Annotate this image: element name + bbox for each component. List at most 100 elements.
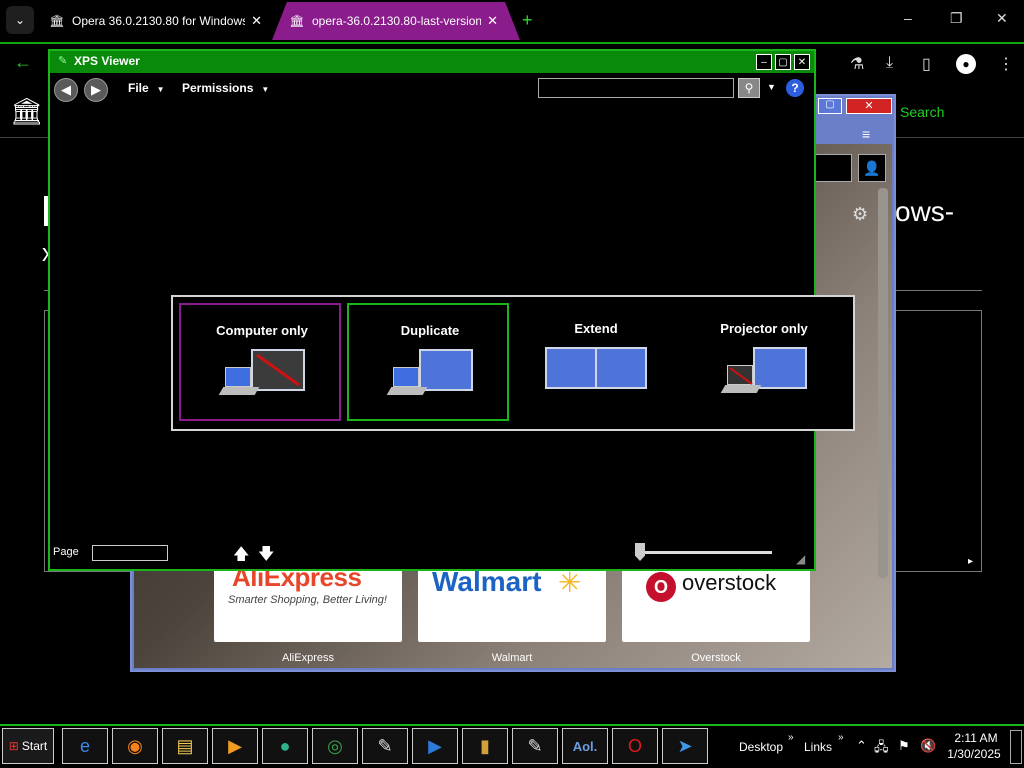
opera-icon[interactable]: O	[612, 728, 658, 764]
permissions-menu[interactable]: Permissions ▼	[182, 81, 269, 95]
chevron-right-icon[interactable]: »	[788, 732, 794, 743]
xps-back-button[interactable]: ◀	[54, 78, 78, 102]
option-label: Projector only	[720, 321, 808, 336]
xps-search-input[interactable]	[538, 78, 734, 98]
chevron-down-icon: ⌄	[14, 13, 26, 27]
volume-muted-icon[interactable]: 🔇	[920, 738, 936, 754]
opera-account-icon[interactable]: 👤	[858, 154, 886, 182]
site-favicon-icon: 🏛	[289, 14, 305, 28]
clock-date[interactable]: 1/30/2025	[944, 747, 1004, 761]
internet-explorer-icon[interactable]: e	[62, 728, 108, 764]
desktop-toolbar[interactable]: Desktop	[739, 740, 783, 754]
option-label: Extend	[574, 321, 618, 336]
site-favicon-icon: 🏛	[49, 14, 65, 28]
show-hidden-icons[interactable]: ⌃	[856, 738, 867, 754]
clock-time[interactable]: 2:11 AM	[951, 731, 1001, 745]
monitor-left-icon	[545, 347, 597, 389]
option-duplicate[interactable]: Duplicate	[347, 303, 509, 421]
search-options-dropdown-icon[interactable]: ▼	[767, 82, 776, 92]
tab-label: Opera 36.0.2130.80 for Windows	[72, 14, 246, 28]
next-page-icon[interactable]: 🡇	[258, 543, 274, 570]
chat-icon[interactable]: ●	[262, 728, 308, 764]
page-title-fragment: ows-	[895, 196, 955, 227]
jar-icon[interactable]: ▮	[462, 728, 508, 764]
speed-dial-label: Walmart	[491, 652, 533, 664]
option-label: Duplicate	[400, 323, 460, 338]
page-search-link[interactable]: Search	[900, 104, 944, 120]
scroll-right-icon[interactable]: ▸	[968, 556, 973, 567]
opera-search-field[interactable]	[812, 154, 852, 182]
close-window-button[interactable]: ✕	[996, 10, 1008, 27]
minimize-button[interactable]: –	[904, 10, 912, 26]
close-tab-icon[interactable]: ✕	[251, 13, 262, 29]
xps-close-button[interactable]: ✕	[794, 54, 810, 70]
flask-icon[interactable]: ⚗	[850, 54, 864, 74]
opera-close-button[interactable]: ✕	[846, 98, 892, 114]
chevron-right-icon[interactable]: »	[838, 732, 844, 743]
laptop-icon	[386, 367, 429, 397]
dropdown-arrow-icon: ▼	[156, 85, 165, 94]
monitor-right-icon	[595, 347, 647, 389]
media-player-icon[interactable]: ▶	[212, 728, 258, 764]
page-label: Page	[53, 546, 79, 558]
xps-minimize-button[interactable]: –	[756, 54, 772, 70]
xps-app-icon: ✎	[58, 55, 68, 67]
overstock-logo: overstock	[682, 570, 777, 595]
page-number-input[interactable]	[92, 545, 168, 561]
gear-icon[interactable]: ⚙	[852, 204, 868, 225]
overstock-o-icon: O	[646, 572, 676, 602]
realplayer-icon[interactable]: ▶	[412, 728, 458, 764]
network-icon[interactable]: 🖧	[874, 738, 889, 760]
aol-icon[interactable]: Aol.	[562, 728, 608, 764]
tab-label: opera-36.0.2130.80-last-version-f	[312, 14, 482, 28]
sidepanel-icon[interactable]: ▯	[922, 54, 931, 74]
resize-grip-icon[interactable]: ◢	[796, 552, 805, 566]
firefox-icon[interactable]: ◉	[112, 728, 158, 764]
speed-dial-label: AliExpress	[282, 652, 334, 664]
download-icon[interactable]: ⤓	[886, 54, 893, 72]
kebab-menu-icon[interactable]: ⋮	[998, 54, 1014, 74]
option-computer-only[interactable]: Computer only	[179, 303, 341, 421]
opera-restore-button[interactable]: ▢	[818, 98, 842, 114]
start-label: Start	[21, 739, 48, 753]
tab-search-button[interactable]: ⌄	[6, 6, 34, 34]
site-logo-icon[interactable]: 🏛	[10, 96, 43, 127]
opera-menu-icon[interactable]: ≡	[862, 126, 870, 142]
restore-button[interactable]: ❐	[950, 10, 963, 27]
speed-dial-label: Overstock	[691, 652, 741, 664]
mail-plane-icon[interactable]: ➤	[662, 728, 708, 764]
folder-icon[interactable]: ▤	[162, 728, 208, 764]
xps-forward-button[interactable]: ▶	[84, 78, 108, 102]
zoom-slider-track[interactable]	[640, 551, 772, 554]
help-icon[interactable]: ?	[786, 79, 804, 97]
permissions-menu-label: Permissions	[182, 81, 254, 95]
xps-maximize-button[interactable]: ▢	[775, 54, 791, 70]
close-tab-icon[interactable]: ✕	[487, 13, 498, 29]
back-arrow-icon[interactable]: ←	[14, 52, 32, 73]
laptop-off-icon	[720, 365, 763, 395]
file-menu-label: File	[128, 81, 149, 95]
windows-logo-icon: ⊞	[8, 739, 19, 753]
paint2-icon[interactable]: ✎	[512, 728, 558, 764]
option-projector-only[interactable]: Projector only	[683, 303, 845, 421]
action-center-flag-icon[interactable]: ⚑	[898, 738, 910, 754]
window-title: XPS Viewer	[74, 54, 140, 68]
xps-titlebar[interactable]	[50, 51, 814, 73]
search-icon[interactable]: ⚲	[738, 78, 760, 98]
opera-scrollbar[interactable]	[878, 188, 888, 578]
paint-icon[interactable]: ✎	[362, 728, 408, 764]
links-toolbar[interactable]: Links	[804, 740, 832, 754]
profile-icon[interactable]: ●	[956, 54, 976, 74]
new-tab-button[interactable]: +	[522, 10, 533, 31]
tab-opera-last-version[interactable]: 🏛 opera-36.0.2130.80-last-version-f ✕	[272, 2, 520, 40]
option-extend[interactable]: Extend	[515, 303, 677, 421]
option-label: Computer only	[216, 323, 308, 338]
aliexpress-tagline: Smarter Shopping, Better Living!	[228, 594, 387, 606]
dropdown-arrow-icon: ▼	[261, 85, 270, 94]
start-button[interactable]: ⊞ Start	[2, 728, 54, 764]
previous-page-icon[interactable]: 🡅	[233, 543, 249, 570]
show-desktop-button[interactable]	[1010, 730, 1022, 764]
file-menu[interactable]: File ▼	[128, 81, 165, 95]
chrome-icon[interactable]: ◎	[312, 728, 358, 764]
tab-opera-download[interactable]: 🏛 Opera 36.0.2130.80 for Windows ✕	[40, 2, 272, 40]
